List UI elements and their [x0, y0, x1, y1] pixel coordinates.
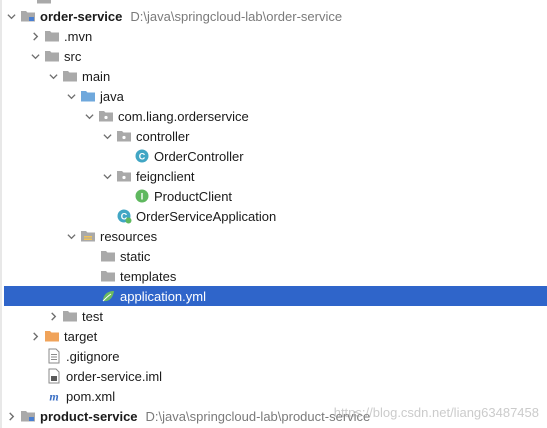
tree-row-application-yml[interactable]: application.yml: [4, 286, 547, 306]
folder-icon: [44, 48, 60, 64]
excluded-folder-icon: [44, 328, 60, 344]
main-label: main: [82, 68, 111, 84]
watermark: https://blog.csdn.net/liang63487458: [333, 405, 539, 420]
tree-row-product-client[interactable]: I ProductClient: [4, 186, 547, 206]
pom-label: pom.xml: [66, 388, 116, 404]
chevron-down-icon[interactable]: [82, 106, 96, 126]
folder-icon: [44, 28, 60, 44]
tree-row-gitignore[interactable]: .gitignore: [4, 346, 547, 366]
templates-label: templates: [120, 268, 177, 284]
product-client-label: ProductClient: [154, 188, 233, 204]
chevron-down-icon[interactable]: [4, 6, 18, 26]
text-file-icon: [46, 348, 62, 364]
tree-row-templates[interactable]: templates: [4, 266, 547, 286]
spring-leaf-icon: [100, 288, 116, 304]
order-service-label: order-service: [40, 8, 123, 24]
package-icon: [116, 128, 132, 144]
tree-row-main[interactable]: main: [4, 66, 547, 86]
module-folder-icon: [20, 408, 36, 424]
tree-row-controller[interactable]: controller: [4, 126, 547, 146]
chevron-right-icon[interactable]: [28, 26, 42, 46]
order-service-path: D:\java\springcloud-lab\order-service: [130, 8, 343, 24]
spring-boot-class-icon: C: [116, 208, 132, 224]
tree-row-static[interactable]: static: [4, 246, 547, 266]
tree-row-mvn[interactable]: .mvn: [4, 26, 547, 46]
application-yml-label: application.yml: [120, 288, 206, 304]
resources-folder-icon: [80, 228, 96, 244]
gitignore-label: .gitignore: [66, 348, 120, 364]
folder-icon: [100, 248, 116, 264]
svg-text:m: m: [49, 390, 58, 404]
chevron-down-icon[interactable]: [46, 66, 60, 86]
tree-row-iml[interactable]: order-service.iml: [4, 366, 547, 386]
chevron-right-icon[interactable]: [28, 326, 42, 346]
tree-row-pom[interactable]: m pom.xml: [4, 386, 547, 406]
iml-label: order-service.iml: [66, 368, 163, 384]
class-icon: C: [134, 148, 150, 164]
target-label: target: [64, 328, 98, 344]
source-folder-icon: [80, 88, 96, 104]
controller-label: controller: [136, 128, 190, 144]
tree-row-order-controller[interactable]: C OrderController: [4, 146, 547, 166]
chevron-right-icon[interactable]: [4, 406, 18, 426]
tree-left-border: [0, 0, 2, 428]
folder-icon: [62, 308, 78, 324]
product-service-label: product-service: [40, 408, 138, 424]
tree-row-application-class[interactable]: C OrderServiceApplication: [4, 206, 547, 226]
package-label: com.liang.orderservice: [118, 108, 249, 124]
tree-row-src[interactable]: src: [4, 46, 547, 66]
interface-icon: I: [134, 188, 150, 204]
src-label: src: [64, 48, 82, 64]
package-icon: [116, 168, 132, 184]
resources-label: resources: [100, 228, 158, 244]
test-label: test: [82, 308, 103, 324]
svg-text:C: C: [139, 152, 146, 162]
folder-icon: [62, 68, 78, 84]
mvn-label: .mvn: [64, 28, 93, 44]
tree-row-target[interactable]: target: [4, 326, 547, 346]
chevron-right-icon[interactable]: [46, 306, 60, 326]
tree-row-order-service[interactable]: order-service D:\java\springcloud-lab\or…: [4, 6, 547, 26]
iml-file-icon: [46, 368, 62, 384]
chevron-down-icon[interactable]: [64, 226, 78, 246]
feignclient-label: feignclient: [136, 168, 195, 184]
chevron-down-icon[interactable]: [100, 166, 114, 186]
chevron-down-icon[interactable]: [28, 46, 42, 66]
tree-row-test[interactable]: test: [4, 306, 547, 326]
tree-row-resources[interactable]: resources: [4, 226, 547, 246]
folder-icon: [100, 268, 116, 284]
java-label: java: [100, 88, 124, 104]
chevron-down-icon[interactable]: [100, 126, 114, 146]
project-tree: order-service D:\java\springcloud-lab\or…: [0, 0, 547, 428]
module-folder-icon: [20, 8, 36, 24]
chevron-down-icon[interactable]: [64, 86, 78, 106]
application-class-label: OrderServiceApplication: [136, 208, 277, 224]
static-label: static: [120, 248, 151, 264]
tree-row-feignclient[interactable]: feignclient: [4, 166, 547, 186]
tree-row-java[interactable]: java: [4, 86, 547, 106]
maven-icon: m: [46, 388, 62, 404]
svg-text:I: I: [141, 192, 144, 202]
order-controller-label: OrderController: [154, 148, 244, 164]
package-icon: [98, 108, 114, 124]
tree-row-package[interactable]: com.liang.orderservice: [4, 106, 547, 126]
